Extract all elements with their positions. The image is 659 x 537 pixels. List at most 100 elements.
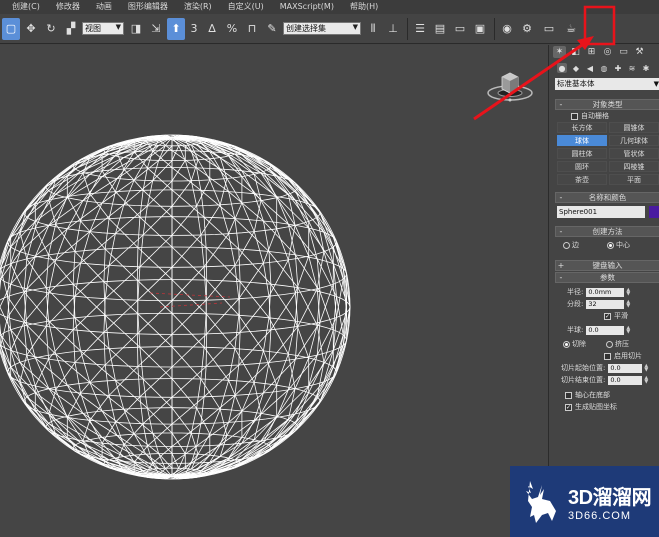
reference-coordinate-dropdown[interactable]: 视图 ▼ <box>82 22 124 35</box>
hemisphere-field[interactable]: 0.0 <box>586 325 625 335</box>
scale-icon[interactable]: ▞ <box>62 18 80 40</box>
object-color-swatch[interactable] <box>649 206 659 218</box>
align-icon[interactable]: ⊥ <box>384 18 402 40</box>
motion-tab-icon[interactable]: ◎ <box>601 46 614 58</box>
select-object-icon[interactable]: ▢ <box>2 17 20 40</box>
sphere-button[interactable]: 球体 <box>557 135 607 146</box>
triangle-edge <box>48 262 81 294</box>
select-link-icon[interactable]: ⇲ <box>147 18 165 40</box>
spacewarps-icon[interactable]: ≋ <box>627 63 637 73</box>
longitude-line <box>171 136 337 478</box>
shapes-icon[interactable]: ◆ <box>571 63 581 73</box>
pivot-center-icon[interactable]: ◨ <box>127 18 145 40</box>
smooth-row: ✓ 平滑 <box>604 310 659 322</box>
lights-icon[interactable]: ◀ <box>585 63 595 73</box>
create-tab-icon[interactable]: ✶ <box>553 46 566 58</box>
gen-mapping-checkbox[interactable]: ✓ <box>565 403 572 411</box>
perspective-viewport[interactable] <box>0 45 548 537</box>
named-selection-dropdown[interactable]: 创建选择集 ▼ <box>283 22 361 35</box>
enable-slice-checkbox[interactable] <box>604 352 611 360</box>
menu-help[interactable]: 帮助(H) <box>340 0 384 14</box>
material-editor-icon[interactable]: ◉ <box>498 18 516 40</box>
render-production-icon[interactable]: ☕ <box>562 18 580 40</box>
layer-manager-icon[interactable]: ☰ <box>411 18 429 40</box>
mirror-icon[interactable]: ⫴ <box>364 18 382 40</box>
base-to-pivot-checkbox[interactable] <box>565 391 572 399</box>
edge-radio[interactable] <box>563 241 570 249</box>
spinner-arrows-icon[interactable]: ▲ ▼ <box>626 288 630 297</box>
segments-field[interactable]: 32 <box>586 299 625 309</box>
triangle-edge <box>139 366 173 398</box>
display-tab-icon[interactable]: ▭ <box>617 46 630 58</box>
slice-from-field[interactable]: 0.0 <box>608 363 643 373</box>
rollout-title: 名称和颜色 <box>588 193 627 202</box>
geometry-category-dropdown[interactable]: 标准基本体 ▼ <box>555 78 659 90</box>
segments-row: 分段: 32 ▲ ▼ <box>567 298 659 310</box>
rollout-title: 键盘输入 <box>592 261 623 270</box>
spinner-arrows-icon[interactable]: ▲ ▼ <box>626 300 630 309</box>
spinner-arrows-icon[interactable]: ▲ ▼ <box>626 326 630 335</box>
spinner-arrows-icon[interactable]: ▲ ▼ <box>644 376 648 385</box>
center-radio[interactable] <box>607 241 614 249</box>
rotate-icon[interactable]: ↻ <box>42 18 60 40</box>
menu-modifiers[interactable]: 修改器 <box>46 0 86 14</box>
modify-tab-icon[interactable]: ◧ <box>569 46 582 58</box>
triangle-edge <box>152 446 173 464</box>
spinner-snap-icon[interactable]: ⊓ <box>243 18 261 40</box>
snap-toggle-icon[interactable]: 3 <box>187 18 201 40</box>
utilities-tab-icon[interactable]: ⚒ <box>633 46 646 58</box>
spinner-arrows-icon[interactable]: ▲ ▼ <box>644 364 648 373</box>
menu-rendering[interactable]: 渲染(R) <box>174 0 218 14</box>
slice-to-field[interactable]: 0.0 <box>608 375 643 385</box>
squash-radio[interactable] <box>606 340 613 348</box>
menu-graph-editors[interactable]: 图形编辑器 <box>118 0 174 14</box>
cameras-icon[interactable]: ◍ <box>599 63 609 73</box>
parameters-rollout[interactable]: - 参数 <box>555 272 659 283</box>
plane-button[interactable]: 平面 <box>609 174 659 185</box>
move-icon[interactable]: ✥ <box>22 18 40 40</box>
creation-method-rollout[interactable]: - 创建方法 <box>555 226 659 237</box>
edit-named-selection-icon[interactable]: ✎ <box>263 18 281 40</box>
menu-customize[interactable]: 自定义(U) <box>218 0 270 14</box>
geosphere-button[interactable]: 几何球体 <box>609 135 659 146</box>
triangle-edge <box>196 179 211 207</box>
tube-button[interactable]: 管状体 <box>609 148 659 159</box>
menu-maxscript[interactable]: MAXScript(M) <box>270 0 340 14</box>
curve-editor-icon[interactable]: ▭ <box>451 18 469 40</box>
schematic-view-icon[interactable]: ▣ <box>471 18 489 40</box>
triangle-edge <box>45 287 76 319</box>
menu-create[interactable]: 创建(C) <box>2 0 46 14</box>
triangle-edge <box>133 160 159 181</box>
object-type-rollout[interactable]: - 对象类型 <box>555 99 659 110</box>
menu-animation[interactable]: 动画 <box>86 0 118 14</box>
viewcube-icon[interactable] <box>484 67 536 103</box>
rendered-frame-window-icon[interactable]: ▭ <box>538 18 560 40</box>
name-color-rollout[interactable]: - 名称和颜色 <box>555 192 659 203</box>
triangle-edge <box>23 292 49 323</box>
percent-snap-icon[interactable]: % <box>223 18 241 40</box>
radius-field[interactable]: 0.0mm <box>586 287 625 297</box>
select-and-manipulate-icon[interactable]: ⬆ <box>167 17 185 40</box>
pyramid-button[interactable]: 四棱锥 <box>609 161 659 172</box>
helpers-icon[interactable]: ✚ <box>613 63 623 73</box>
hierarchy-tab-icon[interactable]: ⊞ <box>585 46 598 58</box>
triangle-edge <box>295 254 321 293</box>
teapot-button[interactable]: 茶壶 <box>557 174 607 185</box>
systems-icon[interactable]: ✱ <box>641 63 651 73</box>
cone-button[interactable]: 圆锥体 <box>609 122 659 133</box>
scene-explorer-icon[interactable]: ▤ <box>431 18 449 40</box>
object-name-field[interactable]: Sphere001 <box>557 206 645 218</box>
name-color-row: Sphere001 <box>549 206 659 218</box>
sphere-wireframe <box>0 134 351 480</box>
angle-snap-icon[interactable]: ∆ <box>203 18 221 40</box>
box-button[interactable]: 长方体 <box>557 122 607 133</box>
render-setup-icon[interactable]: ⚙ <box>518 18 536 40</box>
geometry-icon[interactable]: ● <box>557 63 567 73</box>
triangle-edge <box>103 281 139 315</box>
cylinder-button[interactable]: 圆柱体 <box>557 148 607 159</box>
chop-radio[interactable] <box>563 340 570 348</box>
torus-button[interactable]: 圆环 <box>557 161 607 172</box>
smooth-checkbox[interactable]: ✓ <box>604 312 611 320</box>
keyboard-entry-rollout[interactable]: + 键盘输入 <box>555 260 659 271</box>
autogrid-checkbox[interactable] <box>571 112 578 120</box>
